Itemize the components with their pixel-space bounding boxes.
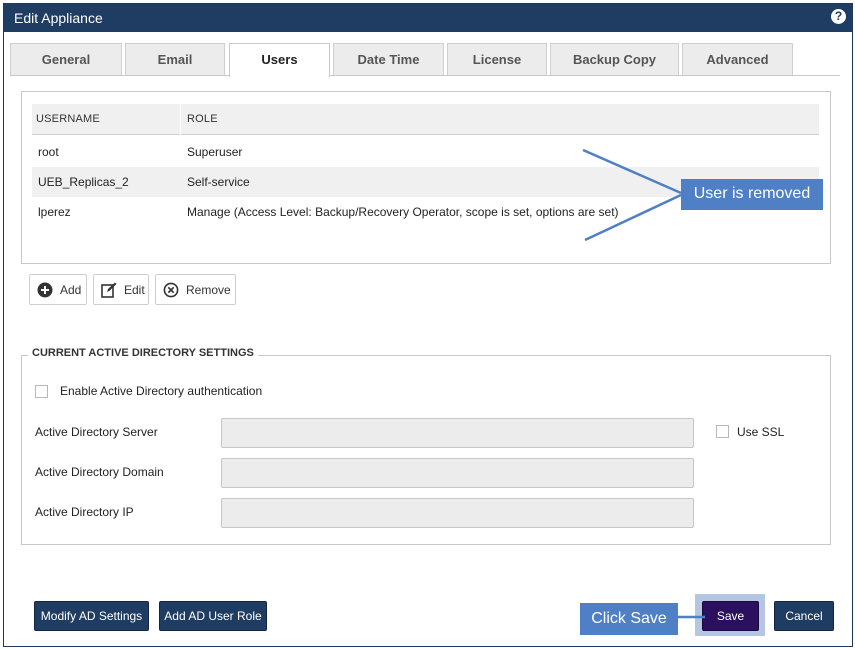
tab-users[interactable]: Users [229, 43, 330, 77]
remove-circle-icon [163, 282, 179, 298]
tab-license[interactable]: License [447, 43, 547, 75]
user-removed-callout: User is removed [681, 179, 823, 210]
username-cell: root [38, 145, 59, 159]
enable-active-directory-checkbox[interactable] [35, 385, 48, 398]
active-directory-settings-legend: CURRENT ACTIVE DIRECTORY SETTINGS [28, 347, 258, 359]
tab-backup-copy[interactable]: Backup Copy [550, 43, 679, 75]
role-cell: Manage (Access Level: Backup/Recovery Op… [187, 205, 619, 219]
username-cell: UEB_Replicas_2 [38, 175, 129, 189]
users-table-panel: USERNAME ROLE root Superuser UEB_Replica… [21, 91, 831, 264]
add-ad-user-role-button[interactable]: Add AD User Role [159, 601, 267, 631]
modify-ad-settings-button[interactable]: Modify AD Settings [34, 601, 149, 631]
edit-label: Edit [124, 283, 145, 297]
ad-ip-label: Active Directory IP [35, 505, 134, 519]
dialog-titlebar: Edit Appliance ? [4, 4, 852, 32]
use-ssl-checkbox[interactable] [716, 425, 729, 438]
username-cell: lperez [38, 205, 71, 219]
table-row[interactable]: root Superuser [32, 137, 819, 167]
question-icon[interactable]: ? [831, 9, 846, 24]
cancel-button[interactable]: Cancel [774, 601, 834, 631]
ad-server-label: Active Directory Server [35, 425, 158, 439]
edit-user-button[interactable]: Edit [93, 274, 149, 305]
column-header-username[interactable]: USERNAME [36, 113, 100, 125]
role-cell: Superuser [187, 145, 243, 159]
edit-icon [101, 282, 117, 298]
ad-domain-input[interactable] [221, 458, 694, 488]
dialog-title: Edit Appliance [14, 10, 103, 26]
ad-domain-label: Active Directory Domain [35, 465, 164, 479]
tab-email[interactable]: Email [125, 43, 225, 75]
tab-date-time[interactable]: Date Time [333, 43, 444, 75]
column-separator [180, 104, 181, 135]
tab-bar: General Email Users Date Time License Ba… [10, 43, 840, 77]
click-save-callout: Click Save [580, 603, 678, 635]
role-cell: Self-service [187, 175, 250, 189]
save-button[interactable]: Save [702, 601, 759, 631]
tab-advanced[interactable]: Advanced [682, 43, 793, 75]
add-label: Add [60, 283, 82, 297]
column-header-role[interactable]: ROLE [187, 113, 218, 125]
ad-ip-input[interactable] [221, 498, 694, 528]
enable-active-directory-label: Enable Active Directory authentication [60, 384, 263, 398]
remove-label: Remove [186, 283, 231, 297]
use-ssl-label: Use SSL [737, 425, 785, 439]
remove-user-button[interactable]: Remove [155, 274, 236, 305]
users-table-header: USERNAME ROLE [32, 104, 819, 135]
add-user-button[interactable]: Add [29, 274, 87, 305]
ad-server-input[interactable] [221, 418, 694, 448]
plus-circle-icon [37, 282, 53, 298]
tab-general[interactable]: General [10, 43, 122, 75]
